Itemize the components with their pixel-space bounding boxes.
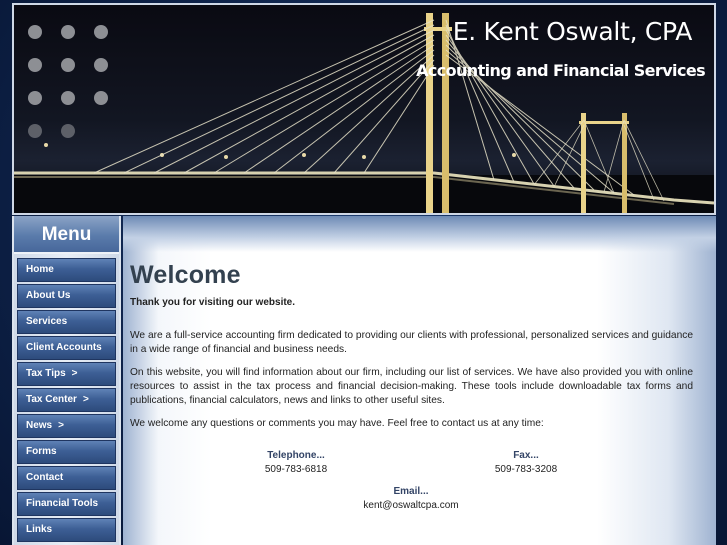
menu-item-label: Forms: [26, 446, 57, 457]
telephone-label: Telephone...: [267, 450, 325, 461]
submenu-arrow-icon: >: [58, 420, 64, 431]
telephone-number: 509-783-6818: [264, 464, 328, 475]
menu-item-forms[interactable]: Forms: [17, 440, 116, 464]
header-banner: E. Kent Oswalt, CPA Accounting and Finan…: [12, 3, 716, 215]
site-title: E. Kent Oswalt, CPA: [452, 17, 693, 46]
page-title: Welcome: [130, 261, 241, 289]
menu-item-label: Links: [26, 524, 53, 535]
sidebar-menu: Menu Home About Us Services Client Accou…: [12, 216, 121, 545]
email-link[interactable]: kent@oswaltcpa.com: [341, 499, 481, 513]
menu-item-label: News: [26, 420, 53, 431]
menu-item-home[interactable]: Home: [17, 258, 116, 282]
menu-item-contact[interactable]: Contact: [17, 466, 116, 490]
paragraph-firm: We are a full-service accounting firm de…: [130, 330, 693, 355]
menu-item-label: About Us: [26, 290, 71, 301]
menu-item-label: Tax Center: [26, 394, 77, 405]
fax-number: 509-783-3208: [494, 464, 558, 475]
menu-item-label: Services: [26, 316, 68, 327]
telephone-block: Telephone... 509-783-6818: [226, 449, 366, 477]
menu-item-client-accounts[interactable]: Client Accounts: [17, 336, 116, 360]
menu-item-label: Home: [26, 264, 54, 275]
submenu-arrow-icon: >: [71, 368, 78, 379]
fax-block: Fax... 509-783-3208: [456, 449, 596, 477]
menu-item-label: Tax Tips: [26, 368, 66, 379]
menu-item-label: Client Accounts: [26, 342, 102, 353]
fax-label: Fax...: [513, 450, 539, 461]
main-content-area: Welcome Thank you for visiting our websi…: [123, 216, 716, 545]
contact-info: Telephone... 509-783-6818 Fax... 509-783…: [130, 449, 693, 529]
menu-item-financial-tools[interactable]: Financial Tools: [17, 492, 116, 516]
menu-list: Home About Us Services Client Accounts T…: [14, 254, 119, 542]
menu-item-label: Financial Tools: [26, 498, 99, 509]
menu-item-tax-center[interactable]: Tax Center >: [17, 388, 116, 412]
menu-title: Menu: [14, 216, 119, 254]
menu-item-about-us[interactable]: About Us: [17, 284, 116, 308]
menu-item-services[interactable]: Services: [17, 310, 116, 334]
intro-text: Thank you for visiting our website.: [130, 297, 296, 308]
submenu-arrow-icon: >: [82, 394, 89, 405]
main-content: Welcome Thank you for visiting our websi…: [130, 261, 693, 529]
paragraph-website: On this website, you will find informati…: [130, 367, 693, 406]
email-block: Email... kent@oswaltcpa.com: [341, 485, 481, 513]
email-label: Email...: [393, 486, 429, 497]
menu-item-label: Contact: [26, 472, 64, 483]
menu-item-links[interactable]: Links: [17, 518, 116, 542]
paragraph-welcome: We welcome any questions or comments you…: [130, 418, 544, 429]
site-subtitle: Accounting and Financial Services: [416, 61, 706, 80]
menu-item-tax-tips[interactable]: Tax Tips >: [17, 362, 116, 386]
menu-item-news[interactable]: News >: [17, 414, 116, 438]
